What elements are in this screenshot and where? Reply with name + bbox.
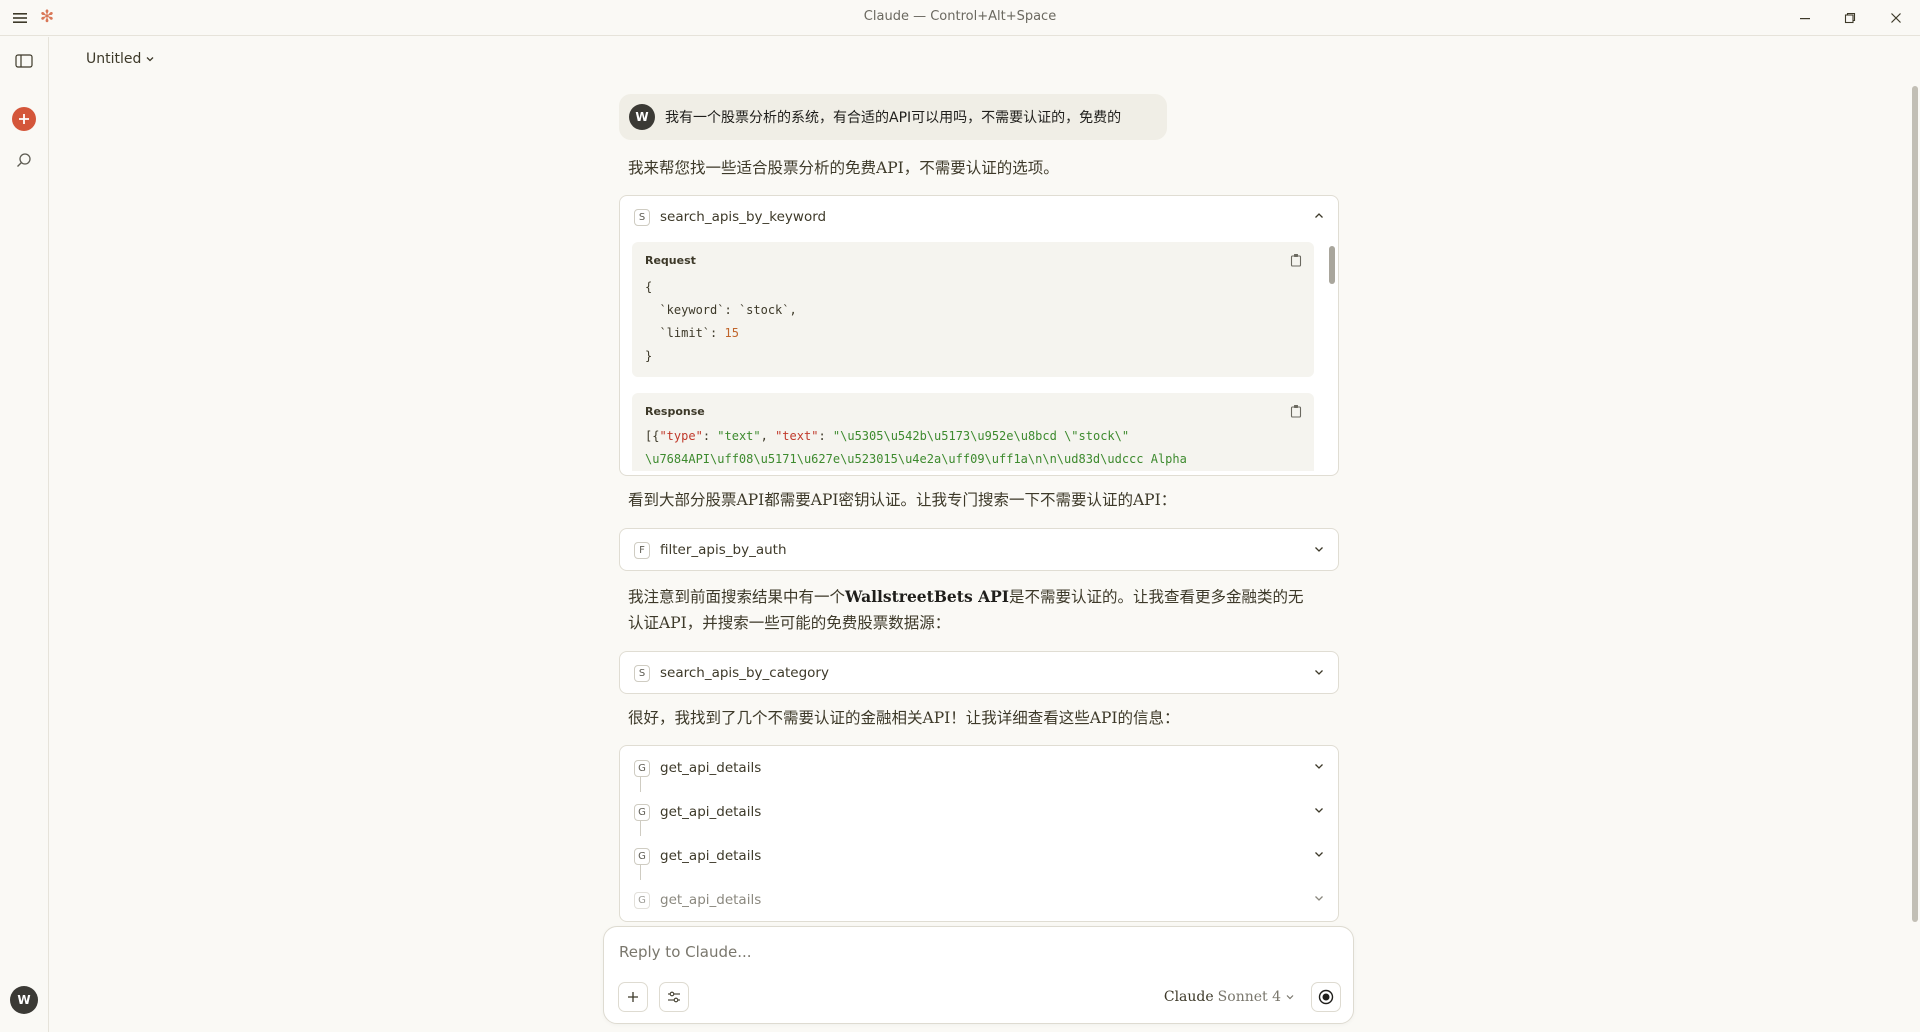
tool-name: search_apis_by_category xyxy=(660,665,829,681)
new-chat-button[interactable] xyxy=(12,107,36,131)
model-name: Claude xyxy=(1163,989,1214,1005)
request-label: Request xyxy=(645,254,696,267)
request-box: Request { `keyword`: `stock`, `limit`: 1… xyxy=(632,242,1314,377)
tool-call-search-category[interactable]: S search_apis_by_category xyxy=(619,651,1339,694)
chevron-down-icon xyxy=(1286,995,1294,1000)
tools-settings-button[interactable] xyxy=(659,982,689,1012)
record-button[interactable] xyxy=(1311,982,1341,1012)
tool-name: get_api_details xyxy=(660,848,762,864)
user-message: W 我有一个股票分析的系统，有合适的API可以用吗，不需要认证的，免费的 xyxy=(619,94,1167,140)
sliders-icon xyxy=(668,991,680,1003)
tool-call-detail-2[interactable]: G get_api_details xyxy=(620,790,1338,834)
tool-name: filter_apis_by_auth xyxy=(660,542,787,558)
assistant-text-after-filter: 我注意到前面搜索结果中有一个WallstreetBets API是不需要认证的。… xyxy=(628,587,1304,606)
record-icon xyxy=(1318,989,1334,1005)
minimize-icon[interactable] xyxy=(1793,6,1817,30)
request-code: { `keyword`: `stock`, `limit`: 15 } xyxy=(645,280,797,363)
tool-name: get_api_details xyxy=(660,892,762,908)
tool-call-header[interactable]: F filter_apis_by_auth xyxy=(620,529,1338,571)
assistant-text-after-search: 看到大部分股票API都需要API密钥认证。让我专门搜索一下不需要认证的API： xyxy=(628,491,1177,509)
maximize-icon[interactable] xyxy=(1838,6,1862,30)
chevron-down-icon[interactable] xyxy=(1312,847,1326,861)
tool-name: get_api_details xyxy=(660,760,762,776)
conversation-title-dropdown[interactable]: Untitled xyxy=(86,51,155,67)
tool-name: get_api_details xyxy=(660,804,762,820)
user-message-avatar: W xyxy=(629,104,655,130)
plus-icon xyxy=(19,114,29,124)
assistant-text-intro: 我来帮您找一些适合股票分析的免费API，不需要认证的选项。 xyxy=(628,159,1059,177)
response-box: Response [{"type": "text", "text": "\u53… xyxy=(632,393,1314,471)
chevron-down-icon xyxy=(146,57,154,62)
user-avatar[interactable]: W xyxy=(10,986,38,1014)
assistant-text-after-category: 很好，我找到了几个不需要认证的金融相关API！让我详细查看这些API的信息： xyxy=(628,709,1180,727)
conversation-title: Untitled xyxy=(86,51,142,67)
close-icon[interactable] xyxy=(1884,6,1908,30)
tool-badge: G xyxy=(634,803,650,821)
tool-call-detail-4[interactable]: G get_api_details xyxy=(620,878,1338,922)
tool-call-detail-3[interactable]: G get_api_details xyxy=(620,834,1338,878)
model-version: Sonnet 4 xyxy=(1217,989,1281,1005)
assistant-text-after-filter-line2: 认证API，并搜索一些可能的免费股票数据源： xyxy=(628,614,951,632)
plus-icon xyxy=(628,992,638,1002)
response-label: Response xyxy=(645,405,705,418)
chevron-up-icon[interactable] xyxy=(1312,209,1326,223)
search-icon[interactable] xyxy=(12,148,36,172)
reply-input[interactable]: Reply to Claude... xyxy=(619,943,752,961)
copy-icon[interactable] xyxy=(1290,404,1302,418)
reply-composer: Reply to Claude... Claude Sonnet 4 xyxy=(603,926,1354,1024)
tool-badge: G xyxy=(634,759,650,777)
tool-name: search_apis_by_keyword xyxy=(660,209,827,225)
tool-badge: G xyxy=(634,847,650,865)
user-message-text: 我有一个股票分析的系统，有合适的API可以用吗，不需要认证的，免费的 xyxy=(665,110,1122,126)
tool-badge: F xyxy=(634,541,650,559)
title-bar: ✻ Claude — Control+Alt+Space xyxy=(0,0,1920,36)
copy-icon[interactable] xyxy=(1290,253,1302,267)
tool-badge: S xyxy=(634,208,650,226)
chevron-down-icon[interactable] xyxy=(1312,759,1326,773)
tool-call-detail-1[interactable]: G get_api_details xyxy=(620,746,1338,790)
sidebar-toggle-icon[interactable] xyxy=(12,49,36,73)
tool-call-header[interactable]: S search_apis_by_keyword xyxy=(620,196,1338,238)
chevron-down-icon[interactable] xyxy=(1312,803,1326,817)
add-attachment-button[interactable] xyxy=(618,982,648,1012)
tool-badge: G xyxy=(634,891,650,909)
chevron-down-icon[interactable] xyxy=(1312,665,1326,679)
model-selector[interactable]: Claude Sonnet 4 xyxy=(1164,989,1295,1005)
response-code: [{"type": "text", "text": "\u5305\u542b\… xyxy=(645,429,1187,466)
window-title: Claude — Control+Alt+Space xyxy=(863,9,1057,24)
tool-badge: S xyxy=(634,664,650,682)
page-scrollbar[interactable] xyxy=(1912,86,1918,922)
tool-call-filter-auth[interactable]: F filter_apis_by_auth xyxy=(619,528,1339,571)
chevron-down-icon[interactable] xyxy=(1312,891,1326,905)
tool-call-header[interactable]: S search_apis_by_category xyxy=(620,652,1338,694)
left-rail: W xyxy=(0,37,49,1032)
wallstreetbets-api-name: WallstreetBets API xyxy=(845,587,1010,606)
tool-call-search-keyword: S search_apis_by_keyword Request { `keyw… xyxy=(619,195,1339,476)
tool-call-group-details: G get_api_details G get_api_details G ge… xyxy=(619,745,1339,922)
tool-scrollbar[interactable] xyxy=(1329,246,1335,284)
chevron-down-icon[interactable] xyxy=(1312,542,1326,556)
